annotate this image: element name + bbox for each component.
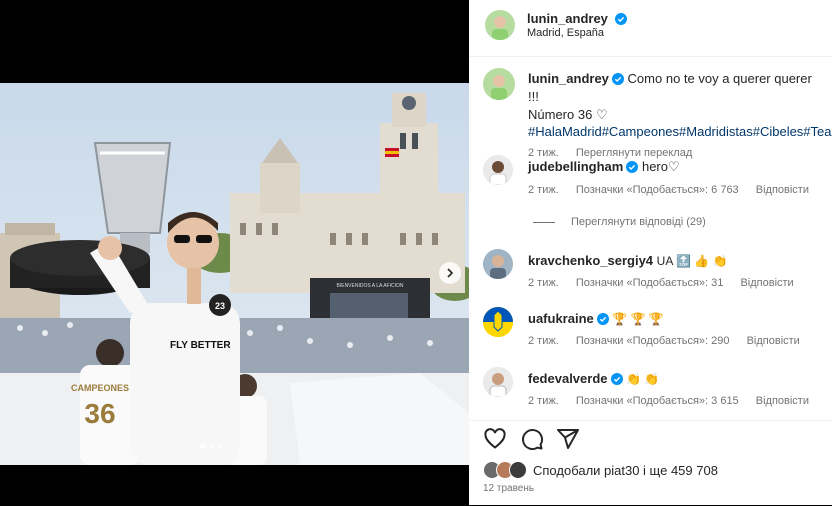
post-date: 12 травень xyxy=(483,483,535,494)
caption-time: 2 тиж. xyxy=(528,147,559,159)
chevron-right-icon xyxy=(447,268,454,278)
verified-icon xyxy=(626,161,639,173)
reply-button[interactable]: Відповісти xyxy=(756,184,809,196)
liker-avatar xyxy=(509,461,527,479)
stage-banner-text: BIENVENIDOS A LA AFICION xyxy=(337,283,404,289)
comment-likes[interactable]: Позначки «Подобається»: 290 xyxy=(576,335,730,347)
caption-hashtags[interactable]: #HalaMadrid#Campeones#Madridistas#Cibele… xyxy=(528,124,832,139)
post-location[interactable]: Madrid, España xyxy=(527,27,604,39)
details-pane: lunin_andrey Madrid, España lunin_andrey… xyxy=(469,0,832,505)
carousel-dot xyxy=(218,444,223,449)
verified-icon xyxy=(596,313,609,325)
avatar-image xyxy=(483,68,515,100)
next-photo-button[interactable] xyxy=(439,262,461,284)
likes-summary[interactable]: Сподобали piat30 і ще 459 708 xyxy=(483,461,718,479)
comment-username[interactable]: uafukraine xyxy=(528,311,594,326)
verified-icon xyxy=(615,13,628,25)
verified-icon xyxy=(610,373,623,385)
likes-text: Сподобали piat30 і ще 459 708 xyxy=(533,462,718,478)
action-bar: Сподобали piat30 і ще 459 708 12 травень xyxy=(469,420,832,506)
author-username[interactable]: lunin_andrey xyxy=(527,11,608,26)
comment-text: UA 🔝 👍 👏 xyxy=(656,254,728,268)
carousel-dots xyxy=(200,444,223,449)
carousel-dot xyxy=(200,444,205,449)
comment-icon xyxy=(522,429,544,451)
see-translation-link[interactable]: Переглянути переклад xyxy=(576,147,692,159)
post-photo[interactable]: BIENVENIDOS A LA AFICION CAMPEONES 36 FL… xyxy=(0,83,469,465)
comment-time: 2 тиж. xyxy=(528,335,559,347)
avatar-image xyxy=(483,367,513,397)
avatar-image xyxy=(483,155,513,185)
share-icon xyxy=(557,429,579,449)
comment-avatar[interactable] xyxy=(483,367,513,397)
view-replies-label: Переглянути відповіді (29) xyxy=(571,216,706,228)
comment-time: 2 тиж. xyxy=(528,395,559,407)
comment-button[interactable] xyxy=(520,427,544,456)
view-replies-link[interactable]: Переглянути відповіді (29) xyxy=(533,216,706,228)
avatar-image xyxy=(483,249,513,279)
comment-avatar[interactable] xyxy=(483,249,513,279)
comment-username[interactable]: fedevalverde xyxy=(528,371,608,386)
divider xyxy=(533,221,555,223)
heart-icon xyxy=(484,428,506,449)
post-header: lunin_andrey Madrid, España xyxy=(469,0,832,57)
instagram-post-view: BIENVENIDOS A LA AFICION CAMPEONES 36 FL… xyxy=(0,0,832,505)
author-avatar[interactable] xyxy=(485,10,515,40)
comment-likes[interactable]: Позначки «Подобається»: 6 763 xyxy=(576,184,739,196)
avatar-image xyxy=(485,10,515,40)
caption-avatar[interactable] xyxy=(483,68,515,100)
comment-text: hero♡ xyxy=(641,159,680,174)
reply-button[interactable]: Відповісти xyxy=(756,395,809,407)
shirt-back-number: 36 xyxy=(84,398,115,429)
carousel-dot xyxy=(209,444,214,449)
shirt-back-text: CAMPEONES xyxy=(71,383,129,393)
reply-button[interactable]: Відповісти xyxy=(740,277,793,289)
shirt-sponsor: FLY BETTER xyxy=(170,340,231,351)
media-pane: BIENVENIDOS A LA AFICION CAMPEONES 36 FL… xyxy=(0,0,469,505)
avatar-image xyxy=(483,307,513,337)
comment-avatar[interactable] xyxy=(483,155,513,185)
comment-username[interactable]: kravchenko_sergiy4 xyxy=(528,253,653,268)
caption-line2: Número 36 xyxy=(528,107,593,122)
like-button[interactable] xyxy=(483,427,507,456)
comment-username[interactable]: judebellingham xyxy=(528,159,623,174)
share-button[interactable] xyxy=(556,427,580,456)
comment-text: 🏆 🏆 🏆 xyxy=(612,312,664,326)
comment-text: 👏 👏 xyxy=(626,372,660,386)
comment-time: 2 тиж. xyxy=(528,277,559,289)
verified-icon xyxy=(611,73,624,85)
shirt-badge: 23 xyxy=(215,301,225,311)
comment-time: 2 тиж. xyxy=(528,184,559,196)
comment-likes[interactable]: Позначки «Подобається»: 31 xyxy=(576,277,724,289)
comment-likes[interactable]: Позначки «Подобається»: 3 615 xyxy=(576,395,739,407)
caption-username[interactable]: lunin_andrey xyxy=(528,71,609,86)
comment-avatar[interactable] xyxy=(483,307,513,337)
reply-button[interactable]: Відповісти xyxy=(747,335,800,347)
caption-heart: ♡ xyxy=(595,107,608,122)
photo-illustration: BIENVENIDOS A LA AFICION CAMPEONES 36 FL… xyxy=(0,83,469,465)
